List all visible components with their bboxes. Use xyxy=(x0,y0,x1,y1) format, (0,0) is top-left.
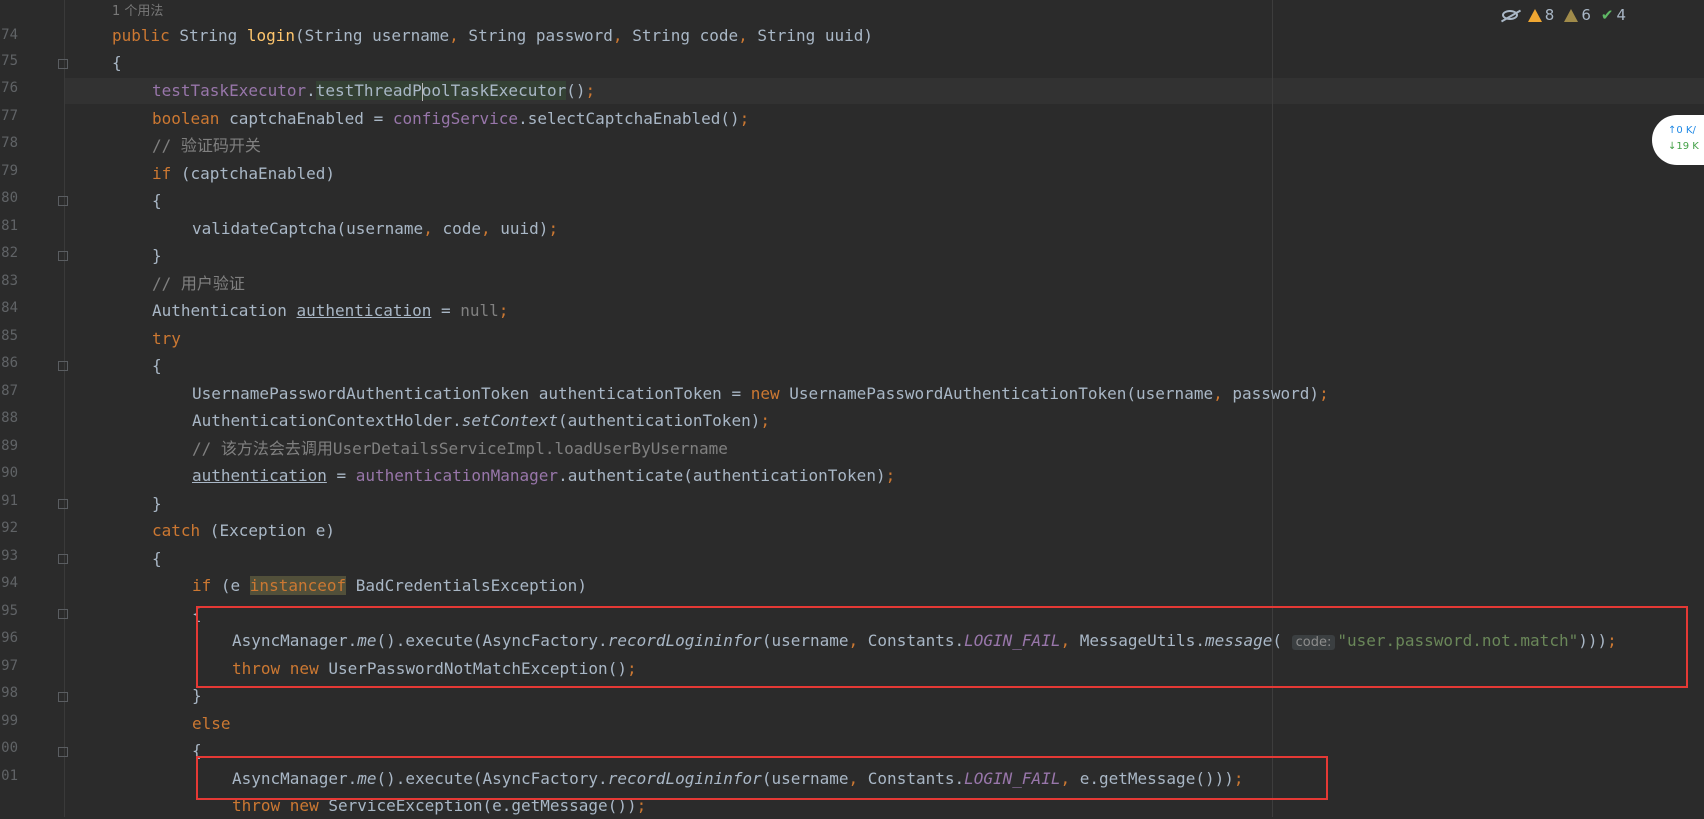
line-number: 93 xyxy=(1,548,18,564)
line-number: 91 xyxy=(1,493,18,509)
weak-warning-icon xyxy=(1564,9,1579,22)
line-number: 97 xyxy=(1,658,18,674)
weak-warnings-count[interactable]: 6 xyxy=(1564,6,1591,24)
warnings-count[interactable]: 8 xyxy=(1527,6,1554,24)
code-line[interactable]: try xyxy=(152,326,181,352)
ok-count[interactable]: ✔ 4 xyxy=(1601,6,1626,24)
code-line[interactable]: boolean captchaEnabled = configService.s… xyxy=(152,106,749,132)
code-comment[interactable]: // 验证码开关 xyxy=(152,133,261,159)
right-margin-guide xyxy=(1272,0,1273,817)
annotation-box xyxy=(196,606,1688,688)
line-number: 78 xyxy=(1,135,18,151)
code-line[interactable]: testTaskExecutor.testThreadPoolTaskExecu… xyxy=(152,78,595,104)
code-line[interactable]: authentication = authenticationManager.a… xyxy=(192,463,895,489)
code-line[interactable]: { xyxy=(152,188,162,214)
code-line[interactable]: } xyxy=(152,243,162,269)
line-number: 95 xyxy=(1,603,18,619)
code-line[interactable]: else xyxy=(192,711,231,737)
code-comment[interactable]: // 该方法会去调用UserDetailsServiceImpl.loadUse… xyxy=(192,436,728,462)
fold-marker-icon[interactable] xyxy=(58,196,68,206)
fold-marker-icon[interactable] xyxy=(58,554,68,564)
line-number: 77 xyxy=(1,108,18,124)
download-speed: ↓19 K xyxy=(1668,141,1699,152)
line-number: 87 xyxy=(1,383,18,399)
code-comment[interactable]: // 用户验证 xyxy=(152,271,245,297)
line-number: 82 xyxy=(1,245,18,261)
text-caret xyxy=(421,82,423,101)
line-number: 90 xyxy=(1,465,18,481)
line-number: 80 xyxy=(1,190,18,206)
code-line[interactable]: Authentication authentication = null; xyxy=(152,298,508,324)
code-line[interactable]: catch (Exception e) xyxy=(152,518,335,544)
line-number: 89 xyxy=(1,438,18,454)
reader-mode-icon[interactable] xyxy=(1501,10,1518,20)
line-number: 92 xyxy=(1,520,18,536)
upload-speed: ↑0 K/ xyxy=(1668,125,1696,136)
code-line[interactable]: validateCaptcha(username, code, uuid); xyxy=(192,216,558,242)
line-number: 96 xyxy=(1,630,18,646)
line-number: 98 xyxy=(1,685,18,701)
line-number: 84 xyxy=(1,300,18,316)
line-number: 00 xyxy=(1,740,18,756)
code-line[interactable]: AuthenticationContextHolder.setContext(a… xyxy=(192,408,770,434)
inspection-widget[interactable]: 8 6 ✔ 4 xyxy=(1501,4,1626,26)
code-line[interactable]: } xyxy=(152,491,162,517)
code-line[interactable]: { xyxy=(112,50,122,76)
fold-marker-icon[interactable] xyxy=(58,747,68,757)
line-number: 94 xyxy=(1,575,18,591)
line-number: 99 xyxy=(1,713,18,729)
warning-icon xyxy=(1527,9,1542,22)
fold-marker-icon[interactable] xyxy=(58,609,68,619)
check-icon: ✔ xyxy=(1600,6,1614,24)
fold-marker-icon[interactable] xyxy=(58,361,68,371)
line-number: 76 xyxy=(1,80,18,96)
network-speed-widget[interactable]: ↑0 K/ ↓19 K xyxy=(1652,115,1704,165)
code-line[interactable]: { xyxy=(152,353,162,379)
fold-marker-icon[interactable] xyxy=(58,499,68,509)
line-number: 86 xyxy=(1,355,18,371)
usage-hint[interactable]: 1 个用法 xyxy=(112,0,163,23)
line-number: 83 xyxy=(1,273,18,289)
code-line[interactable]: { xyxy=(152,546,162,572)
line-number-gutter[interactable]: 74 75 76 77 78 79 80 81 82 83 84 85 86 8… xyxy=(0,0,68,817)
line-number: 81 xyxy=(1,218,18,234)
code-line[interactable]: if (e instanceof BadCredentialsException… xyxy=(192,573,587,599)
line-number: 79 xyxy=(1,163,18,179)
code-line[interactable]: if (captchaEnabled) xyxy=(152,161,335,187)
fold-marker-icon[interactable] xyxy=(58,251,68,261)
code-line[interactable]: public String login(String username, Str… xyxy=(112,23,873,49)
line-number: 74 xyxy=(1,27,18,43)
fold-marker-icon[interactable] xyxy=(58,59,68,69)
line-number: 85 xyxy=(1,328,18,344)
fold-marker-icon[interactable] xyxy=(58,692,68,702)
line-number: 75 xyxy=(1,53,18,69)
line-number: 01 xyxy=(1,768,18,784)
code-line[interactable]: UsernamePasswordAuthenticationToken auth… xyxy=(192,381,1329,407)
line-number: 88 xyxy=(1,410,18,426)
annotation-box xyxy=(196,756,1328,800)
